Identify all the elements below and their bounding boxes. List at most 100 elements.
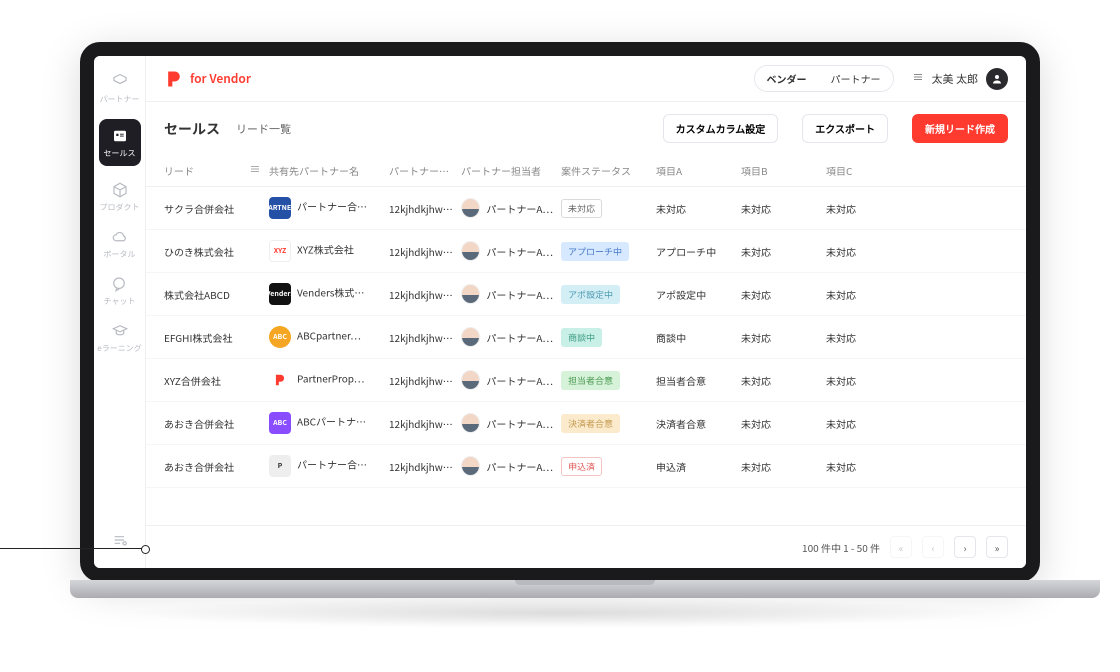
- page-header: セールス リード一覧 カスタムカラム設定 エクスポート 新規リード作成: [146, 102, 1026, 155]
- cell-status: 商談中: [561, 328, 656, 347]
- box-icon: [110, 72, 130, 92]
- cell-c: 未対応: [826, 330, 886, 345]
- col-pid: パートナー連携ID: [389, 163, 461, 178]
- status-badge: 担当者合意: [561, 371, 620, 390]
- cell-prep: パートナーA…: [461, 413, 561, 433]
- cell-lead: ひのき株式会社: [164, 244, 269, 259]
- export-button[interactable]: エクスポート: [802, 114, 888, 143]
- cell-pname: XYZXYZ株式会社: [269, 240, 389, 262]
- cell-pid: 12kjhdkjhwus: [389, 416, 461, 431]
- cell-a: 担当者合意: [656, 373, 741, 388]
- cell-status: アポ設定中: [561, 285, 656, 304]
- cell-lead: XYZ合併会社: [164, 373, 269, 388]
- sidebar-rail: パートナー セールス プロダクト ポータル チャット eラーニング: [94, 56, 146, 568]
- status-badge: 決済者合意: [561, 414, 620, 433]
- user-name: 太美 太郎: [932, 71, 978, 87]
- sidebar-item-label: パートナー: [100, 94, 140, 105]
- cell-prep: パートナーA…: [461, 456, 561, 476]
- col-status: 案件ステータス: [561, 163, 656, 178]
- sidebar-item-elearning[interactable]: eラーニング: [97, 321, 141, 354]
- cell-c: 未対応: [826, 287, 886, 302]
- partner-logo: XYZ: [269, 240, 291, 262]
- cell-b: 未対応: [741, 287, 826, 302]
- sidebar-item-label: チャット: [104, 296, 136, 307]
- sidebar-collapse[interactable]: [110, 530, 130, 550]
- page-last-button[interactable]: »: [986, 536, 1008, 558]
- cell-pname: PartnerProp…: [269, 369, 389, 391]
- page-subtitle: リード一覧: [236, 121, 291, 137]
- status-badge: 申込済: [561, 457, 602, 476]
- cell-status: アプローチ中: [561, 242, 656, 261]
- sidebar-item-label: セールス: [104, 148, 136, 159]
- page-first-button[interactable]: «: [890, 536, 912, 558]
- table-row[interactable]: 株式会社ABCDVendersVenders株式…12kjhdkjhwusパート…: [146, 273, 1026, 316]
- leads-table: リード 共有先パートナー名 パートナー連携ID パートナー担当者 案件ステータス…: [146, 155, 1026, 568]
- chat-icon: [109, 274, 129, 294]
- cell-c: 未対応: [826, 373, 886, 388]
- table-row[interactable]: あおき合併会社Pパートナー合…12kjhdkjhwusパートナーA…申込済申込済…: [146, 445, 1026, 488]
- cell-status: 決済者合意: [561, 414, 656, 433]
- sidebar-item-label: ポータル: [104, 249, 136, 260]
- table-row[interactable]: EFGHI株式会社ABCABCpartner…12kjhdkjhwusパートナー…: [146, 316, 1026, 359]
- cell-status: 未対応: [561, 199, 656, 218]
- pagination: 100 件中 1 - 50 件 « ‹ › »: [146, 525, 1026, 568]
- partner-logo: ABC: [269, 412, 291, 434]
- sidebar-item-sales[interactable]: セールス: [99, 119, 141, 166]
- cell-pname: PARTNERパートナー合…: [269, 197, 389, 219]
- cell-lead: EFGHI株式会社: [164, 330, 269, 345]
- table-row[interactable]: ひのき株式会社XYZXYZ株式会社12kjhdkjhwusパートナーA…アプロー…: [146, 230, 1026, 273]
- partner-logo: [269, 369, 291, 391]
- table-row[interactable]: サクラ合併会社PARTNERパートナー合…12kjhdkjhwusパートナーA……: [146, 187, 1026, 230]
- custom-column-button[interactable]: カスタムカラム設定: [663, 114, 779, 143]
- logo-icon: [164, 69, 184, 89]
- cell-b: 未対応: [741, 416, 826, 431]
- avatar-icon: [986, 68, 1008, 90]
- page-title: セールス: [164, 119, 220, 139]
- col-lead: リード: [164, 163, 194, 178]
- avatar-icon: [461, 413, 480, 433]
- annotation-connector: [0, 548, 146, 549]
- cell-lead: あおき合併会社: [164, 459, 269, 474]
- graduation-icon: [110, 321, 130, 341]
- menu-icon: [912, 71, 924, 87]
- user-menu[interactable]: 太美 太郎: [912, 68, 1008, 90]
- menu-icon[interactable]: [249, 163, 261, 178]
- partner-logo: PARTNER: [269, 197, 291, 219]
- avatar-icon: [461, 241, 480, 261]
- cell-pid: 12kjhdkjhwus: [389, 287, 461, 302]
- segment-vendor[interactable]: ベンダー: [755, 66, 819, 91]
- sidebar-item-partner[interactable]: パートナー: [100, 72, 140, 105]
- page-next-button[interactable]: ›: [954, 536, 976, 558]
- table-row[interactable]: あおき合併会社ABCABCパートナ…12kjhdkjhwusパートナーA…決済者…: [146, 402, 1026, 445]
- page-prev-button[interactable]: ‹: [922, 536, 944, 558]
- cell-pid: 12kjhdkjhwus: [389, 201, 461, 216]
- sidebar-item-portal[interactable]: ポータル: [104, 227, 136, 260]
- topbar: for Vendor ベンダー パートナー 太美 太郎: [146, 56, 1026, 102]
- cell-lead: サクラ合併会社: [164, 201, 269, 216]
- new-lead-button[interactable]: 新規リード作成: [912, 114, 1008, 143]
- cell-pid: 12kjhdkjhwus: [389, 459, 461, 474]
- avatar-icon: [461, 284, 480, 304]
- status-badge: アプローチ中: [561, 242, 629, 261]
- col-b: 項目B: [741, 163, 826, 178]
- sidebar-item-chat[interactable]: チャット: [104, 274, 136, 307]
- cell-pid: 12kjhdkjhwus: [389, 373, 461, 388]
- col-c: 項目C: [826, 163, 886, 178]
- collapse-icon: [110, 530, 130, 550]
- table-row[interactable]: XYZ合併会社PartnerProp…12kjhdkjhwusパートナーA…担当…: [146, 359, 1026, 402]
- segment-partner[interactable]: パートナー: [819, 66, 893, 91]
- brand-logo: for Vendor: [164, 69, 251, 89]
- card-icon: [110, 126, 130, 146]
- avatar-icon: [461, 327, 480, 347]
- cell-lead: 株式会社ABCD: [164, 287, 269, 302]
- cell-lead: あおき合併会社: [164, 416, 269, 431]
- cell-b: 未対応: [741, 330, 826, 345]
- cell-pid: 12kjhdkjhwus: [389, 330, 461, 345]
- role-segment[interactable]: ベンダー パートナー: [754, 65, 894, 92]
- cell-c: 未対応: [826, 244, 886, 259]
- cell-b: 未対応: [741, 244, 826, 259]
- cell-pname: VendersVenders株式…: [269, 283, 389, 305]
- cell-c: 未対応: [826, 459, 886, 474]
- cell-status: 申込済: [561, 457, 656, 476]
- sidebar-item-product[interactable]: プロダクト: [100, 180, 140, 213]
